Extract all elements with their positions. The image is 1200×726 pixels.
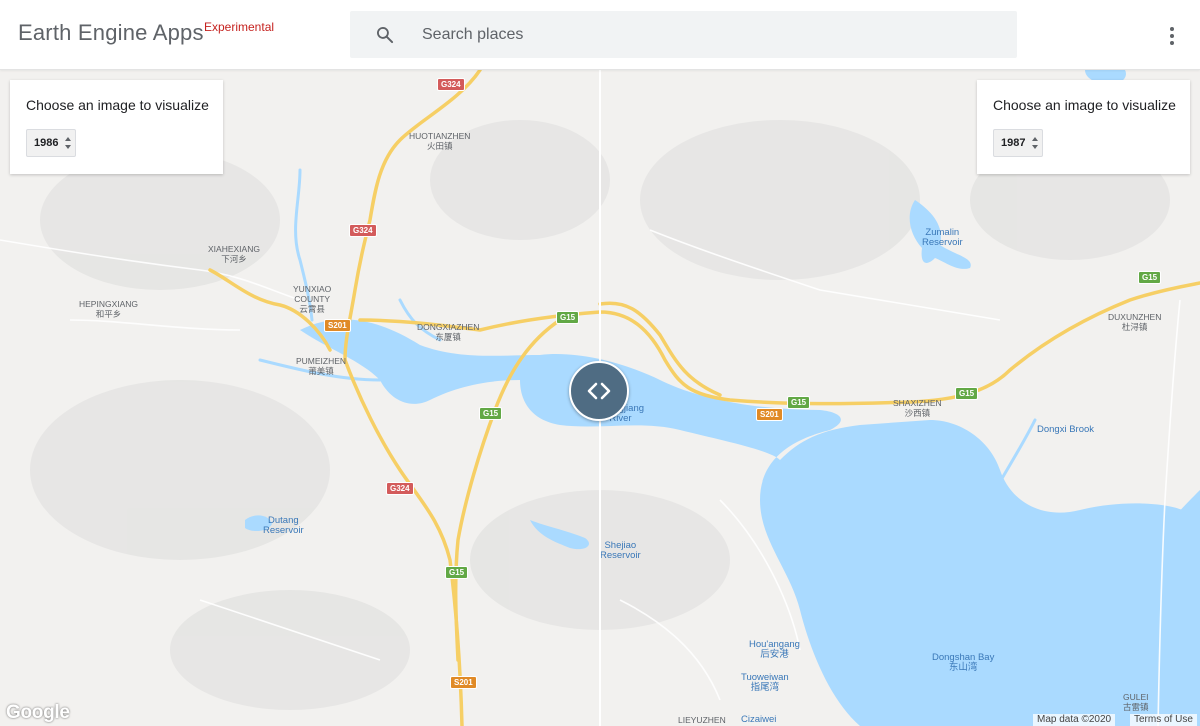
selected-year: 1987	[1001, 137, 1026, 149]
app-header: Earth Engine Apps Experimental	[0, 0, 1200, 70]
route-shield: G324	[349, 224, 377, 237]
experimental-badge: Experimental	[204, 20, 275, 34]
code-chevrons-icon	[587, 382, 611, 400]
spinner-arrows-icon[interactable]	[64, 136, 72, 150]
water-label: Tuoweiwan 指尾湾	[741, 673, 789, 693]
place-label: GULEI 古雷镇	[1123, 692, 1149, 712]
place-name: HUOTIANZHEN	[409, 131, 471, 141]
place-local-name: 和平乡	[95, 309, 122, 319]
place-label: YUNXIAO COUNTY 云霄县	[293, 284, 331, 314]
search-input[interactable]	[422, 11, 992, 58]
place-label: HUOTIANZHEN 火田镇	[409, 131, 470, 151]
app-title[interactable]: Earth Engine Apps	[18, 20, 204, 46]
search-box[interactable]	[350, 11, 1017, 58]
place-label: HEPINGXIANG 和平乡	[79, 299, 138, 319]
place-label: LIEYUZHEN	[678, 715, 726, 725]
route-shield: G324	[386, 482, 414, 495]
place-name: XIAHEXIANG	[208, 244, 260, 254]
water-label: Shejiao Reservoir	[600, 541, 641, 561]
spinner-arrows-icon[interactable]	[1031, 136, 1039, 150]
water-name-line2: Reservoir	[263, 525, 304, 536]
water-local-name: 后安港	[760, 649, 789, 660]
route-shield: G15	[1138, 271, 1162, 284]
place-local-name: 下河乡	[221, 254, 247, 264]
place-name: Cizaiwei	[741, 714, 777, 725]
place-name: YUNXIAO	[293, 284, 332, 294]
place-label: SHAXIZHEN 沙西镇	[893, 398, 942, 418]
place-name: DONGXIAZHEN	[417, 322, 480, 332]
panel-title: Choose an image to visualize	[26, 97, 209, 113]
place-label: Cizaiwei	[741, 715, 776, 725]
split-handle[interactable]	[569, 361, 629, 421]
route-shield: G15	[955, 387, 979, 400]
route-shield: S201	[450, 676, 477, 689]
place-local-name: 云霄县	[299, 304, 325, 314]
route-shield: S201	[756, 408, 783, 421]
route-shield: G15	[479, 407, 503, 420]
place-local-name: 古雷镇	[1123, 702, 1149, 712]
route-shield: G15	[445, 566, 469, 579]
selected-year: 1986	[34, 137, 59, 149]
place-name: GULEI	[1123, 692, 1149, 702]
route-shield: G324	[437, 78, 465, 91]
place-label: PUMEIZHEN 莆美镇	[296, 356, 346, 376]
place-local-name: 杜浔镇	[1121, 322, 1148, 332]
left-year-select[interactable]: 1986	[26, 129, 76, 157]
place-local-name: 沙西镇	[904, 408, 931, 418]
left-image-panel: Choose an image to visualize 1986	[10, 80, 223, 174]
water-local-name: 东山湾	[948, 662, 978, 673]
place-label: DONGXIAZHEN 东厦镇	[417, 322, 479, 342]
place-name: DUXUNZHEN	[1108, 312, 1162, 322]
place-local-name: 莆美镇	[308, 366, 334, 376]
place-name: HEPINGXIANG	[79, 299, 139, 309]
terms-of-use-link[interactable]: Terms of Use	[1130, 714, 1197, 726]
place-local-name: 东厦镇	[435, 332, 461, 342]
water-name-line2: Reservoir	[600, 550, 641, 561]
water-label: Dongshan Bay 东山湾	[932, 653, 994, 673]
right-image-panel: Choose an image to visualize 1987	[977, 80, 1190, 174]
water-label: Dongxi Brook	[1037, 425, 1094, 435]
water-name: Dongxi Brook	[1037, 424, 1095, 435]
route-shield: G15	[787, 396, 811, 409]
route-shield: G15	[556, 311, 580, 324]
right-year-select[interactable]: 1987	[993, 129, 1043, 157]
google-logo: Google	[6, 702, 70, 723]
place-name: SHAXIZHEN	[893, 398, 942, 408]
place-name: LIEYUZHEN	[678, 715, 726, 725]
water-label: Dutang Reservoir	[263, 516, 304, 536]
water-name-line2: Reservoir	[922, 237, 963, 248]
search-icon[interactable]	[375, 25, 395, 45]
water-local-name: 指尾湾	[750, 682, 780, 693]
panel-title: Choose an image to visualize	[993, 97, 1176, 113]
more-vert-icon[interactable]	[1160, 24, 1184, 48]
place-label: DUXUNZHEN 杜浔镇	[1108, 312, 1161, 332]
water-label: Zumalin Reservoir	[922, 228, 963, 248]
place-name-line2: COUNTY	[294, 294, 331, 304]
place-local-name: 火田镇	[426, 141, 453, 151]
place-name: PUMEIZHEN	[296, 356, 347, 366]
route-shield: S201	[324, 319, 351, 332]
water-label: Hou'angang 后安港	[749, 640, 800, 660]
map-data-attribution: Map data ©2020	[1033, 714, 1116, 726]
place-label: XIAHEXIANG 下河乡	[208, 244, 260, 264]
